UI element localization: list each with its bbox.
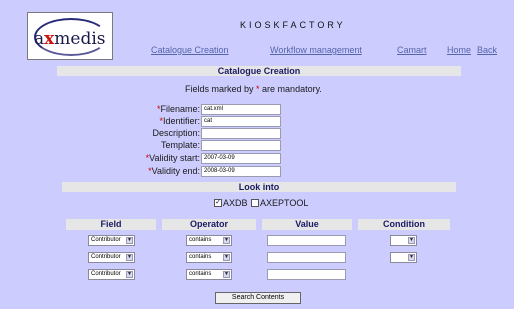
value-input[interactable] — [267, 252, 346, 263]
axeptool-checkbox[interactable] — [251, 199, 259, 207]
chevron-down-icon: ▼ — [126, 237, 133, 244]
chevron-down-icon: ▼ — [223, 254, 230, 261]
filename-input[interactable]: cat.xml — [201, 104, 281, 115]
field-select[interactable]: Contributor ▼ — [88, 235, 135, 246]
axeptool-label: AXEPTOOL — [260, 198, 309, 208]
chevron-down-icon: ▼ — [408, 237, 415, 244]
nav-camart[interactable]: Camart — [397, 45, 427, 55]
logo-text: axmedis — [34, 29, 106, 49]
brand-title: KIOSKFACTORY — [240, 20, 346, 30]
operator-select[interactable]: contains ▼ — [186, 235, 232, 246]
field-select[interactable]: Contributor ▼ — [88, 252, 135, 263]
nav-back[interactable]: Back — [477, 45, 497, 55]
description-label: Description: — [152, 128, 200, 138]
mandatory-note: Fields marked by * are mandatory. — [185, 84, 322, 94]
nav-workflow-management[interactable]: Workflow management — [270, 45, 362, 55]
axmedis-logo: axmedis — [27, 12, 113, 60]
col-header-condition: Condition — [358, 219, 450, 230]
chevron-down-icon: ▼ — [223, 271, 230, 278]
value-input[interactable] — [267, 235, 346, 246]
nav-catalogue-creation[interactable]: Catalogue Creation — [151, 45, 229, 55]
identifier-label: *Identifier: — [159, 116, 200, 126]
axdb-label: AXDB — [223, 198, 248, 208]
filename-label: *Filename: — [156, 104, 200, 114]
section-title: Catalogue Creation — [217, 66, 301, 76]
validity-end-label: *Validity end: — [148, 166, 200, 176]
operator-select[interactable]: contains ▼ — [186, 252, 232, 263]
description-input[interactable] — [201, 128, 281, 139]
template-label: Template: — [160, 140, 200, 150]
template-input[interactable] — [201, 140, 281, 151]
validity-start-label: *Validity start: — [145, 153, 200, 163]
condition-select[interactable]: ▼ — [390, 235, 417, 246]
identifier-input[interactable]: cat — [201, 116, 281, 127]
chevron-down-icon: ▼ — [126, 271, 133, 278]
field-select[interactable]: Contributor ▼ — [88, 269, 135, 280]
col-header-value: Value — [262, 219, 352, 230]
operator-select[interactable]: contains ▼ — [186, 269, 232, 280]
look-into-bar: Look into — [62, 182, 456, 192]
validity-end-input[interactable]: 2008-03-09 — [201, 166, 281, 177]
look-into-title: Look into — [238, 182, 280, 192]
chevron-down-icon: ▼ — [223, 237, 230, 244]
validity-start-input[interactable]: 2007-03-09 — [201, 153, 281, 164]
value-input[interactable] — [267, 269, 346, 280]
col-header-operator: Operator — [162, 219, 256, 230]
nav-home[interactable]: Home — [447, 45, 471, 55]
section-title-bar: Catalogue Creation — [57, 66, 461, 76]
chevron-down-icon: ▼ — [408, 254, 415, 261]
col-header-field: Field — [66, 219, 156, 230]
search-contents-button[interactable]: Search Contents — [215, 292, 301, 304]
chevron-down-icon: ▼ — [126, 254, 133, 261]
axdb-checkbox[interactable]: ✓ — [214, 199, 222, 207]
condition-select[interactable]: ▼ — [390, 252, 417, 263]
